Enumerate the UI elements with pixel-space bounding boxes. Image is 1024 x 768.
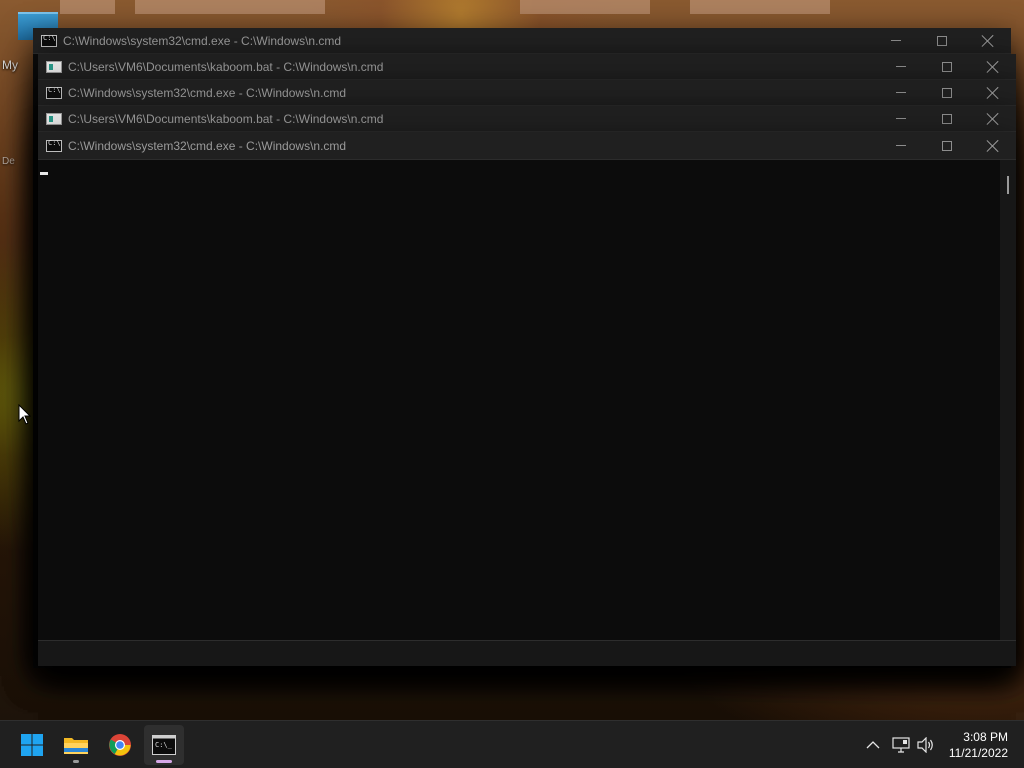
close-icon (987, 113, 999, 125)
batch-file-icon (46, 112, 62, 125)
network-button[interactable] (888, 721, 914, 768)
window-titlebar[interactable]: C:\Windows\system32\cmd.exe - C:\Windows… (33, 28, 1011, 54)
cmd-window-5[interactable]: C:\Windows\system32\cmd.exe - C:\Windows… (38, 132, 1016, 666)
cmd-icon (46, 86, 62, 99)
horizontal-scrollbar[interactable] (38, 640, 1016, 666)
window-titlebar[interactable]: C:\Users\VM6\Documents\kaboom.bat - C:\W… (38, 106, 1016, 132)
wallpaper-detail (60, 0, 115, 14)
close-icon (987, 61, 999, 73)
volume-icon (917, 737, 933, 753)
window-title: C:\Windows\system32\cmd.exe - C:\Windows… (63, 33, 342, 48)
window-titlebar[interactable]: C:\Windows\system32\cmd.exe - C:\Windows… (38, 132, 1016, 160)
close-button[interactable] (970, 54, 1016, 80)
scrollbar-thumb[interactable] (1007, 176, 1009, 194)
desktop-icon-label-partial[interactable]: My (2, 58, 18, 72)
folder-icon (64, 738, 88, 754)
chrome-icon (109, 734, 131, 756)
maximize-button[interactable] (924, 106, 970, 132)
wallpaper-detail (520, 0, 650, 14)
vertical-scrollbar[interactable] (1000, 160, 1016, 640)
taskbar-chrome[interactable] (100, 725, 140, 765)
maximize-icon (937, 35, 947, 46)
minimize-icon (896, 118, 906, 119)
start-button[interactable] (12, 725, 52, 765)
close-button[interactable] (970, 80, 1016, 106)
maximize-button[interactable] (919, 28, 965, 54)
desktop-icon-label-partial[interactable]: De (2, 156, 15, 167)
minimize-icon (896, 145, 906, 146)
terminal-icon: C:\_ (152, 735, 176, 755)
wallpaper-detail (690, 0, 830, 14)
cmd-icon (46, 139, 62, 152)
close-icon (987, 140, 999, 152)
volume-button[interactable] (914, 721, 938, 768)
clock-time: 3:08 PM (963, 730, 1008, 744)
close-icon (982, 35, 994, 47)
show-hidden-icons-button[interactable] (862, 721, 884, 768)
windows-start-icon (21, 734, 43, 756)
maximize-icon (942, 140, 952, 151)
mouse-pointer-icon (18, 404, 32, 425)
close-button[interactable] (970, 106, 1016, 132)
console-output[interactable] (38, 160, 1000, 640)
window-titlebar[interactable]: C:\Windows\system32\cmd.exe - C:\Windows… (38, 80, 1016, 106)
clock[interactable]: 3:08 PM 11/21/2022 (938, 729, 1008, 761)
svg-text:C:\_: C:\_ (155, 741, 173, 749)
window-title: C:\Users\VM6\Documents\kaboom.bat - C:\W… (68, 59, 384, 74)
maximize-icon (942, 61, 952, 72)
batch-file-icon (46, 60, 62, 73)
maximize-button[interactable] (924, 54, 970, 80)
minimize-button[interactable] (878, 106, 924, 132)
minimize-button[interactable] (873, 28, 919, 54)
maximize-button[interactable] (924, 80, 970, 106)
taskbar: C:\_ 3:08 PM 11/21/2022 (0, 720, 1024, 768)
taskbar-file-explorer[interactable] (56, 725, 96, 765)
maximize-button[interactable] (924, 133, 970, 159)
running-indicator (156, 760, 172, 763)
cmd-icon (41, 34, 57, 47)
network-icon (892, 737, 910, 753)
close-button[interactable] (970, 133, 1016, 159)
chevron-up-icon (866, 741, 880, 749)
minimize-button[interactable] (878, 80, 924, 106)
wallpaper-detail (135, 0, 325, 14)
minimize-icon (896, 92, 906, 93)
maximize-icon (942, 87, 952, 98)
window-title: C:\Windows\system32\cmd.exe - C:\Windows… (68, 85, 347, 100)
minimize-icon (896, 66, 906, 67)
minimize-icon (891, 40, 901, 41)
maximize-icon (942, 113, 952, 124)
window-titlebar[interactable]: C:\Users\VM6\Documents\kaboom.bat - C:\W… (38, 54, 1016, 80)
close-icon (987, 87, 999, 99)
taskbar-command-prompt[interactable]: C:\_ (144, 725, 184, 765)
window-title: C:\Users\VM6\Documents\kaboom.bat - C:\W… (68, 111, 384, 126)
text-cursor (40, 172, 48, 175)
window-title: C:\Windows\system32\cmd.exe - C:\Windows… (68, 138, 347, 153)
clock-date: 11/21/2022 (948, 746, 1008, 760)
minimize-button[interactable] (878, 54, 924, 80)
minimize-button[interactable] (878, 133, 924, 159)
running-indicator (73, 760, 79, 763)
close-button[interactable] (965, 28, 1011, 54)
